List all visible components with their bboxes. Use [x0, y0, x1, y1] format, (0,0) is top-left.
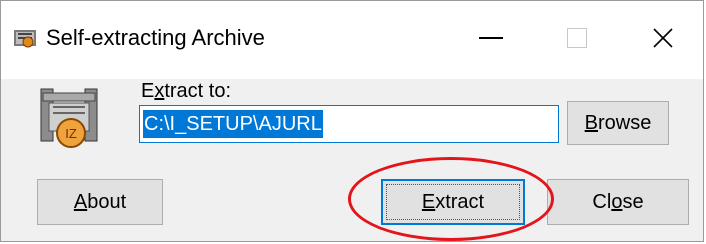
maximize-button[interactable] — [534, 15, 620, 61]
about-button[interactable]: About — [37, 179, 163, 225]
close-button[interactable]: Cl o se — [547, 179, 689, 225]
extract-to-label: Extract to: — [141, 80, 232, 102]
maximize-icon — [567, 28, 587, 48]
self-extracting-archive-window: Self-extracting Archive IZ Extract to: C… — [0, 0, 704, 242]
close-window-button[interactable] — [620, 15, 706, 61]
svg-text:IZ: IZ — [65, 126, 77, 141]
minimize-icon — [479, 37, 503, 39]
window-title: Self-extracting Archive — [46, 25, 265, 50]
extract-path-value: C:\I_SETUP\AJURL — [143, 110, 323, 138]
archive-icon — [14, 30, 36, 48]
winzip-self-extractor-icon: IZ — [40, 88, 98, 148]
browse-button[interactable]: Browse — [567, 101, 669, 145]
minimize-button[interactable] — [448, 15, 534, 61]
close-icon — [653, 28, 673, 48]
extract-path-input[interactable]: C:\I_SETUP\AJURL — [139, 105, 559, 143]
title-bar[interactable]: Self-extracting Archive — [1, 1, 703, 79]
red-highlight-circle — [348, 157, 554, 241]
